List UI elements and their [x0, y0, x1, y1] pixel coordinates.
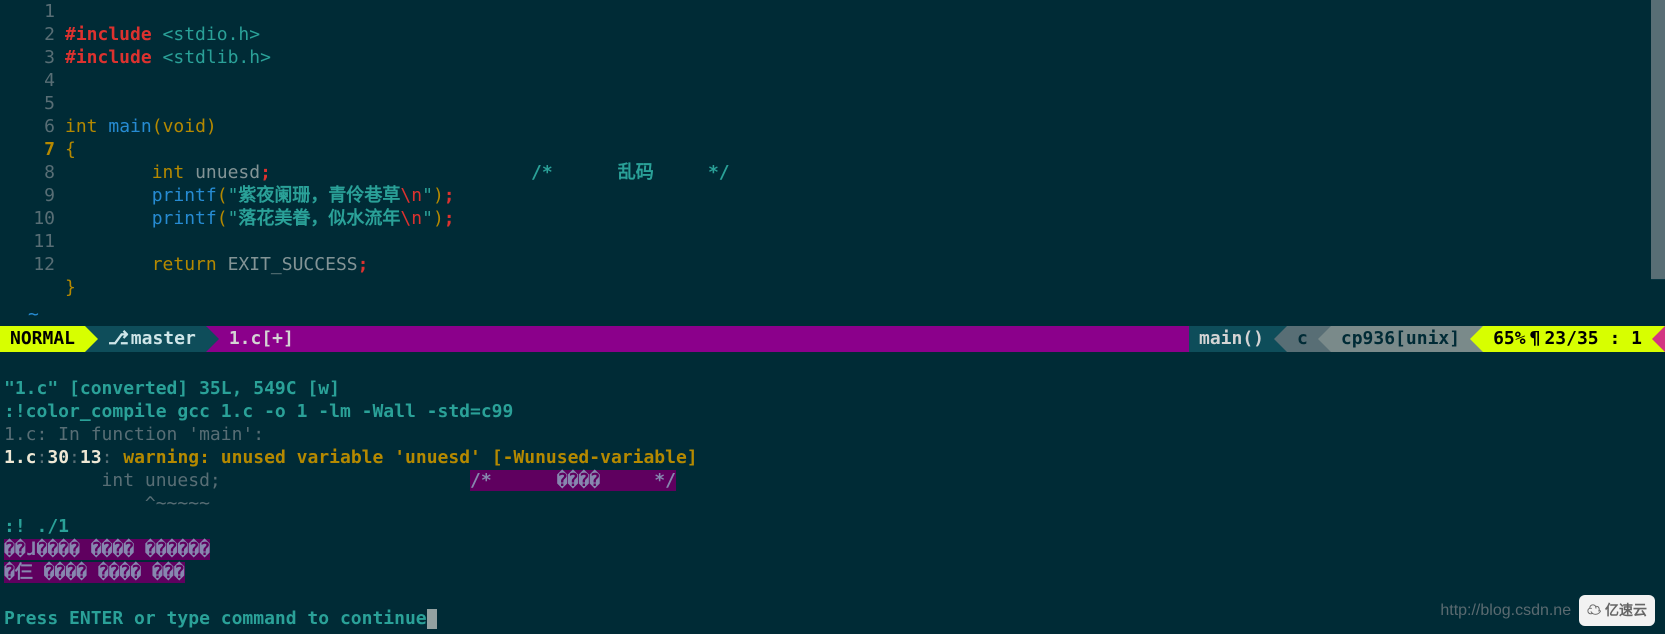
- function-context: main(): [1189, 326, 1274, 352]
- void-keyword: void: [163, 116, 206, 137]
- exit-success: EXIT_SUCCESS: [228, 254, 358, 275]
- string-literal: 紫夜阑珊，青伶巷草: [238, 185, 400, 206]
- watermark-logo: ☁ 亿速云: [1579, 595, 1655, 626]
- colon: :: [102, 447, 113, 468]
- line-col: 23/35 : 1: [1544, 328, 1642, 349]
- snippet-line: int unuesd;: [4, 470, 221, 491]
- separator-icon: [1652, 326, 1665, 352]
- semicolon: ;: [260, 162, 271, 183]
- warn-line: 30: [47, 447, 69, 468]
- garbled-comment: /* ���� */: [470, 470, 676, 491]
- line-number: 12: [0, 253, 55, 276]
- quote: ": [422, 208, 433, 229]
- separator-icon: [206, 326, 219, 352]
- return-keyword: return: [152, 254, 217, 275]
- printf-call: printf: [152, 185, 217, 206]
- quote: ": [228, 208, 239, 229]
- paren: (: [217, 185, 228, 206]
- garbled-output: �仨 ���� ���� ���: [4, 562, 185, 583]
- escape: \n: [400, 208, 422, 229]
- warning-message: unused variable 'unuesd': [221, 447, 492, 468]
- status-fill: [317, 326, 1189, 352]
- line-number: 1: [0, 0, 55, 23]
- quote: ": [422, 185, 433, 206]
- compile-command: :!color_compile gcc 1.c -o 1 -lm -Wall -…: [4, 401, 513, 422]
- type-keyword: int: [65, 116, 98, 137]
- colon: :: [37, 447, 48, 468]
- line-number: 10: [0, 207, 55, 230]
- terminal-output[interactable]: "1.c" [converted] 35L, 549C [w] :!color_…: [0, 352, 1665, 632]
- semicolon: ;: [444, 185, 455, 206]
- cursor: [427, 609, 437, 629]
- scrollbar[interactable]: [1651, 0, 1665, 280]
- line-number: 9: [0, 184, 55, 207]
- preproc: #include: [65, 47, 152, 68]
- encoding: cp936[unix]: [1331, 326, 1470, 352]
- quote: ": [228, 185, 239, 206]
- printf-call: printf: [152, 208, 217, 229]
- warning-label: warning:: [112, 447, 220, 468]
- semicolon: ;: [444, 208, 455, 229]
- empty-line-tilde: ~: [0, 303, 1665, 326]
- pilcrow-icon: [1526, 328, 1545, 349]
- brace: {: [65, 139, 76, 160]
- line-number: 6: [0, 115, 55, 138]
- line-number-gutter: 1 2 3 4 5 6 7 8 9 10 11 12: [0, 0, 65, 303]
- separator-icon: [1470, 326, 1483, 352]
- comment-open: /*: [531, 162, 553, 183]
- percent: 65%: [1493, 328, 1526, 349]
- paren: (: [152, 116, 163, 137]
- separator-icon: [1318, 326, 1331, 352]
- line-number: 4: [0, 69, 55, 92]
- warn-col: 13: [80, 447, 102, 468]
- separator-icon: [1274, 326, 1287, 352]
- line-number: 2: [0, 23, 55, 46]
- function-name: main: [108, 116, 151, 137]
- garbled-output: ��ɺ���� ���� ������: [4, 539, 210, 560]
- run-command: :! ./1: [4, 516, 69, 537]
- caret-marker: ^~~~~~: [4, 493, 210, 514]
- escape: \n: [400, 185, 422, 206]
- position-segment: 65% 23/35 : 1: [1483, 326, 1652, 352]
- type-keyword: int: [152, 162, 185, 183]
- line-number-current: 7: [0, 138, 55, 161]
- warning-flag: [-Wunused-variable]: [492, 447, 698, 468]
- line-number: 3: [0, 46, 55, 69]
- header: <stdio.h>: [163, 24, 261, 45]
- file-name: 1.c[+]: [219, 326, 304, 352]
- string-literal: 落花美眷，似水流年: [238, 208, 400, 229]
- identifier: unuesd: [195, 162, 260, 183]
- warn-file: 1.c: [4, 447, 37, 468]
- brace: }: [65, 277, 76, 298]
- file-converted-msg: "1.c" [converted] 35L, 549C [w]: [4, 378, 340, 399]
- watermark-url: http://blog.csdn.ne: [1440, 599, 1571, 622]
- branch-name: master: [131, 328, 196, 349]
- paren: (: [217, 208, 228, 229]
- watermark: http://blog.csdn.ne ☁ 亿速云: [1440, 595, 1655, 626]
- watermark-brand: 亿速云: [1605, 602, 1647, 618]
- line-number: 5: [0, 92, 55, 115]
- comment-text: 乱码: [618, 162, 654, 183]
- line-number: 8: [0, 161, 55, 184]
- header: <stdlib.h>: [163, 47, 271, 68]
- filetype: c: [1287, 326, 1318, 352]
- code-content[interactable]: #include <stdio.h> #include <stdlib.h> i…: [65, 0, 1665, 303]
- scroll-thumb[interactable]: [1651, 0, 1665, 279]
- status-line: NORMAL master 1.c[+] main() c cp936[unix…: [0, 326, 1665, 352]
- paren: ): [206, 116, 217, 137]
- line-number: 11: [0, 230, 55, 253]
- separator-icon: [85, 326, 98, 352]
- editor-area[interactable]: 1 2 3 4 5 6 7 8 9 10 11 12 #include <std…: [0, 0, 1665, 303]
- in-function-msg: 1.c: In function 'main':: [4, 424, 264, 445]
- separator-icon: [304, 326, 317, 352]
- branch-icon: [108, 328, 131, 349]
- paren: ): [433, 208, 444, 229]
- comment-close: */: [708, 162, 730, 183]
- preproc: #include: [65, 24, 152, 45]
- paren: ): [433, 185, 444, 206]
- semicolon: ;: [358, 254, 369, 275]
- press-enter-prompt[interactable]: Press ENTER or type command to continue: [4, 608, 427, 629]
- git-branch-segment: master: [98, 326, 206, 352]
- colon: :: [69, 447, 80, 468]
